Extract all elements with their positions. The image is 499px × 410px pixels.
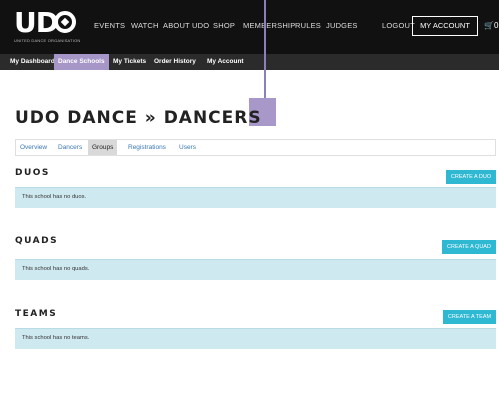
duos-heading: DUOS (15, 168, 50, 178)
teams-heading: TEAMS (15, 309, 58, 319)
cart-button[interactable]: 🛒0 (484, 21, 498, 30)
subnav-dance-schools[interactable]: Dance Schools (54, 54, 109, 70)
nav-shop[interactable]: SHOP (213, 21, 235, 30)
account-subnav: My Dashboard Dance Schools My Tickets Or… (0, 54, 499, 70)
subnav-my-account[interactable]: My Account (203, 54, 248, 70)
create-team-button[interactable]: CREATE A TEAM (443, 310, 496, 324)
top-navbar: UD UNITED DANCE ORGANISATION EVENTS WATC… (0, 0, 499, 54)
quads-empty-message: This school has no quads. (22, 266, 90, 272)
tab-users[interactable]: Users (175, 140, 200, 155)
logo-subtitle: UNITED DANCE ORGANISATION (14, 38, 81, 43)
subnav-my-tickets[interactable]: My Tickets (109, 54, 150, 70)
create-quad-button[interactable]: CREATE A QUAD (442, 240, 496, 254)
nav-watch[interactable]: WATCH (131, 21, 159, 30)
my-account-button[interactable]: MY ACCOUNT (412, 16, 478, 36)
cart-icon: 🛒 (484, 21, 494, 30)
nav-about-udo[interactable]: ABOUT UDO (163, 21, 209, 30)
nav-events[interactable]: EVENTS (94, 21, 125, 30)
cart-count: 0 (493, 21, 499, 30)
quads-heading: QUADS (15, 236, 59, 246)
nav-membership[interactable]: MEMBERSHIP (243, 21, 295, 30)
logo-ring-icon (54, 11, 76, 33)
duos-empty-message: This school has no duos. (22, 194, 87, 200)
tab-registrations[interactable]: Registrations (124, 140, 170, 155)
udo-logo[interactable]: UD UNITED DANCE ORGANISATION (14, 6, 80, 46)
teams-empty-alert: This school has no teams. (15, 328, 496, 349)
nav-rules[interactable]: RULES (295, 21, 321, 30)
nav-judges[interactable]: JUDGES (326, 21, 358, 30)
subnav-order-history[interactable]: Order History (150, 54, 200, 70)
nav-logout[interactable]: LOGOUT (382, 21, 415, 30)
logo-text: UD (14, 6, 59, 39)
quads-empty-alert: This school has no quads. (15, 259, 496, 280)
tab-groups[interactable]: Groups (88, 140, 118, 155)
teams-empty-message: This school has no teams. (22, 335, 90, 341)
page-title: UDO DANCE » DANCERS (15, 108, 262, 128)
tab-overview[interactable]: Overview (16, 140, 51, 155)
drag-indicator-line (264, 0, 266, 110)
subnav-my-dashboard[interactable]: My Dashboard (6, 54, 59, 70)
tab-dancers[interactable]: Dancers (54, 140, 86, 155)
duos-empty-alert: This school has no duos. (15, 187, 496, 208)
create-duo-button[interactable]: CREATE A DUO (446, 170, 496, 184)
school-tabs: Overview Dancers Groups Registrations Us… (15, 139, 496, 156)
